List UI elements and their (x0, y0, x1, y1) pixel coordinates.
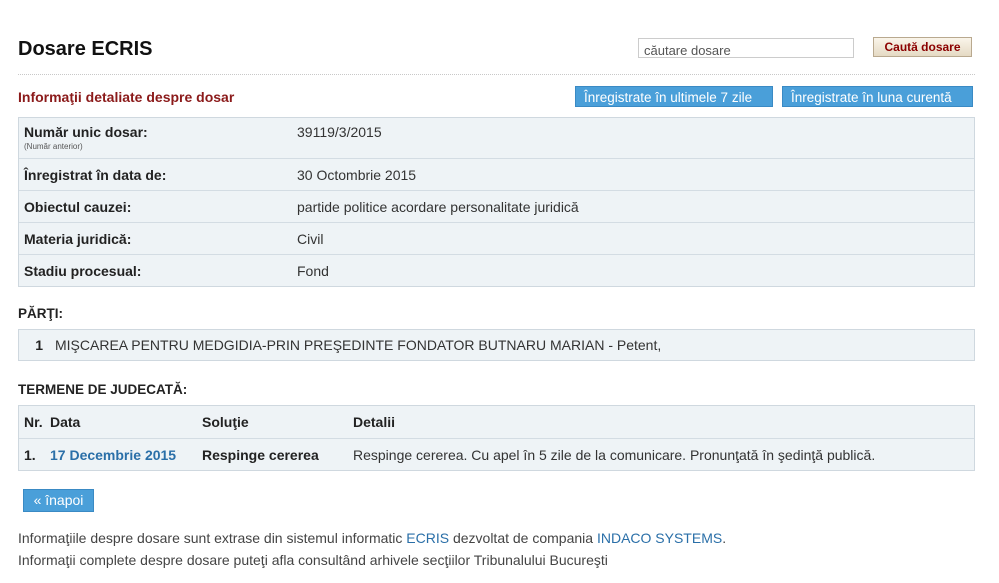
ecris-link[interactable]: ECRIS (406, 530, 449, 546)
detail-sublabel: (Număr anterior) (24, 142, 83, 151)
case-details-table: Număr unic dosar: (Număr anterior) 39119… (18, 117, 975, 287)
back-button[interactable]: « înapoi (23, 489, 94, 512)
footer-text: . (722, 530, 727, 546)
detail-label: Obiectul cauzei: (24, 198, 132, 215)
indaco-link[interactable]: INDACO SYSTEMS (597, 530, 722, 546)
current-month-button[interactable]: Înregistrate în luna curentă (782, 86, 973, 107)
footer-text: Informaţiile despre dosare sunt extrase … (18, 530, 407, 546)
detail-row-registered-date: Înregistrat în data de: 30 Octombrie 201… (19, 158, 974, 190)
hearing-solution: Respinge cererea (202, 446, 319, 463)
footer-text: dezvoltat de compania (449, 530, 597, 546)
detail-row-matter: Materia juridică: Civil (19, 222, 974, 254)
hearing-nr: 1. (24, 446, 36, 463)
detail-value: 39119/3/2015 (297, 124, 382, 140)
detail-row-stage: Stadiu procesual: Fond (19, 254, 974, 286)
hearing-date-link[interactable]: 17 Decembrie 2015 (50, 447, 202, 463)
column-header: Nr. (24, 414, 43, 430)
detail-row-object: Obiectul cauzei: partide politice acorda… (19, 190, 974, 222)
search-input[interactable]: căutare dosare (638, 38, 854, 58)
parties-heading: PĂRŢI: (18, 306, 63, 321)
hearings-header-row: Nr. Data Soluţie Detalii (19, 406, 974, 438)
column-header: Soluţie (202, 414, 249, 430)
party-number: 1 (35, 337, 43, 353)
page-title: Dosare ECRIS (18, 38, 153, 60)
detail-row-case-number: Număr unic dosar: (Număr anterior) 39119… (19, 118, 974, 158)
column-header: Data (50, 414, 81, 430)
detail-label-text: Număr unic dosar: (24, 124, 148, 140)
header-divider (18, 74, 975, 75)
hearings-heading: TERMENE DE JUDECATĂ: (18, 382, 188, 397)
column-header: Detalii (353, 414, 396, 430)
footer-line-1: Informaţiile despre dosare sunt extrase … (18, 530, 726, 546)
party-text: MIŞCAREA PENTRU MEDGIDIA-PRIN PREŞEDINTE… (55, 337, 662, 353)
detail-value: Civil (297, 230, 324, 247)
detail-value: 30 Octombrie 2015 (297, 166, 417, 183)
detail-label: Număr unic dosar: (Număr anterior) (19, 124, 297, 151)
detail-label: Materia juridică: (24, 230, 132, 247)
detail-label: Înregistrat în data de: (24, 166, 167, 183)
search-button[interactable]: Caută dosare (873, 37, 972, 57)
hearings-table: Nr. Data Soluţie Detalii 1. 17 Decembrie… (18, 405, 975, 471)
table-row: 1. 17 Decembrie 2015 Respinge cererea Re… (19, 438, 974, 470)
detail-label: Stadiu procesual: (24, 262, 142, 279)
footer-line-2: Informaţii complete despre dosare puteţi… (18, 552, 608, 568)
detail-value: partide politice acordare personalitate … (297, 198, 579, 215)
details-subtitle: Informaţii detaliate despre dosar (18, 89, 235, 105)
hearing-details: Respinge cererea. Cu apel în 5 zile de l… (353, 446, 876, 463)
detail-value: Fond (297, 262, 329, 279)
last-7-days-button[interactable]: Înregistrate în ultimele 7 zile (575, 86, 773, 107)
parties-list: 1 MIŞCAREA PENTRU MEDGIDIA-PRIN PREŞEDIN… (18, 329, 975, 361)
